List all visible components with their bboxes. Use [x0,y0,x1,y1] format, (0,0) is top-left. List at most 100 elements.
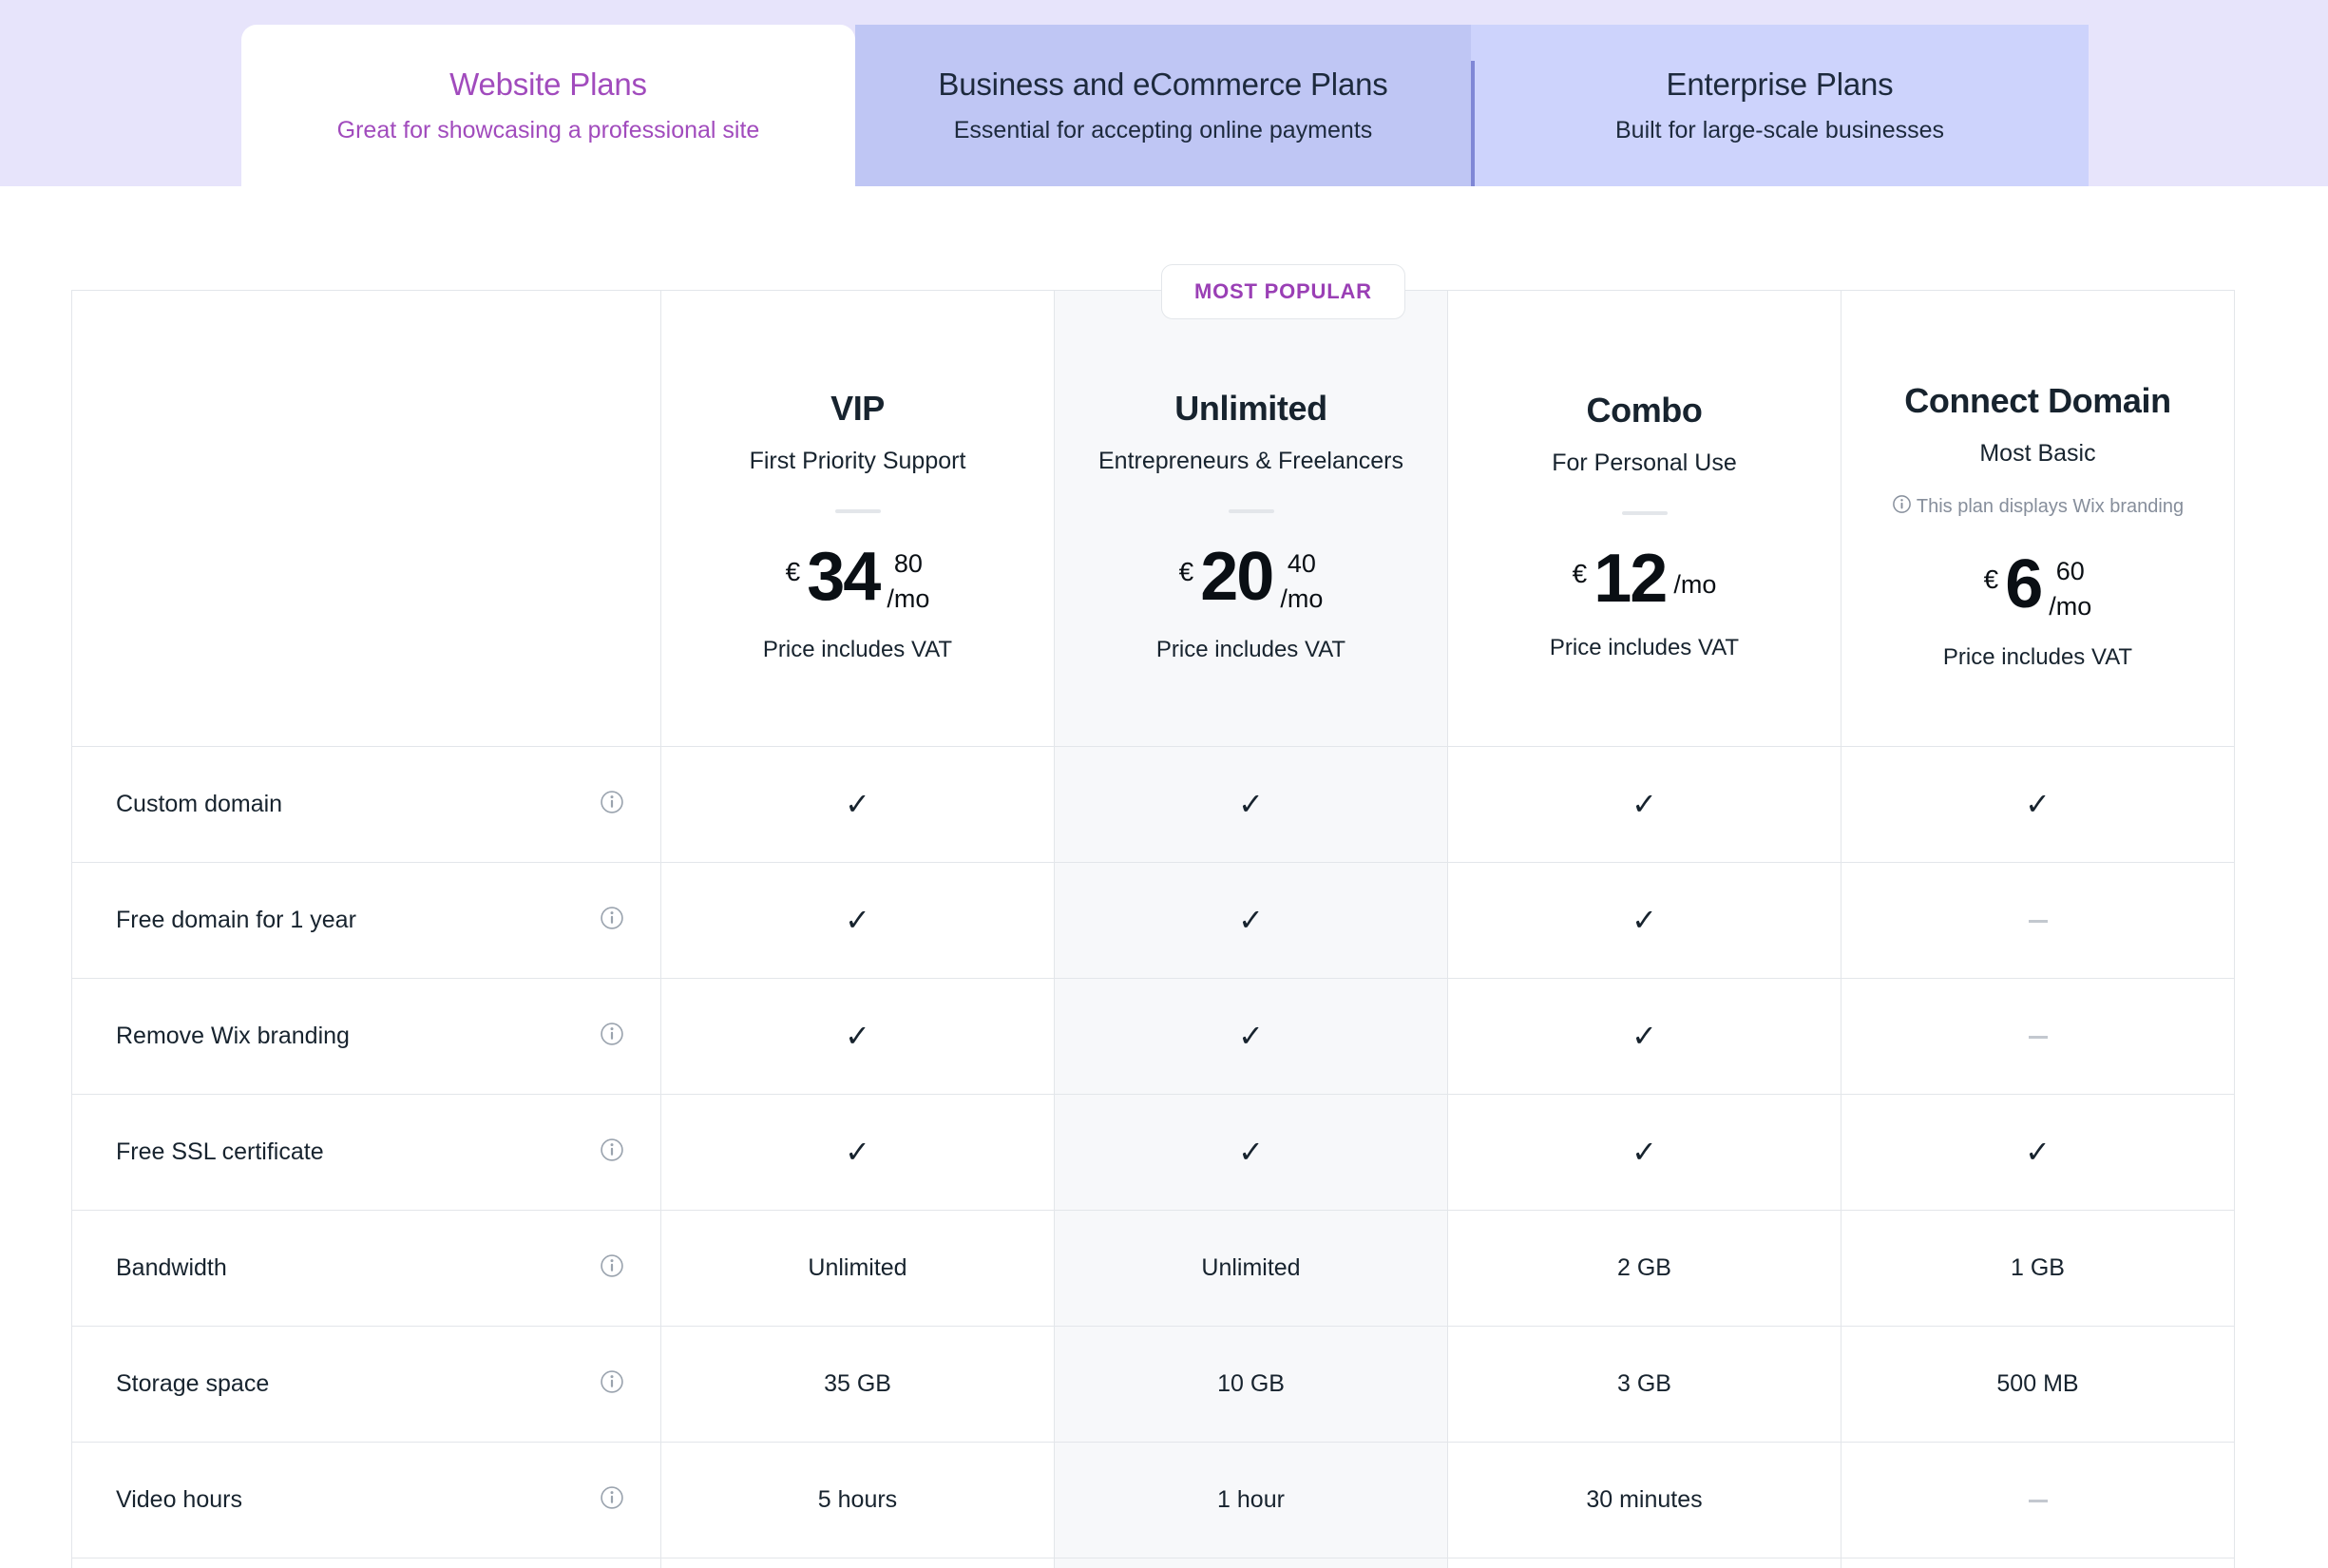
feature-value-cell: 35 GB [660,1326,1055,1443]
table-row: Storage space 35 GB 10 GB 3 GB 500 MB [71,1326,2235,1443]
feature-value-text: 35 GB [824,1370,891,1397]
feature-label-cell: Free domain for 1 year [71,862,661,979]
currency-symbol: € [1572,558,1588,588]
price-period: /mo [2049,591,2092,621]
plan-price-combo: € 12 /mo [1471,540,1818,617]
price-period: /mo [1673,569,1717,599]
tab-list: Website Plans Great for showcasing a pro… [241,25,2089,186]
wix-branding-note: This plan displays Wix branding [1864,494,2211,521]
info-circle-icon[interactable] [600,1369,624,1399]
plan-divider-rule [834,508,881,513]
feature-label: Storage space [116,1369,270,1397]
table-row: Remove Wix branding ✓ ✓ ✓ [71,978,2235,1095]
feature-value-cell: ✓ [660,978,1055,1095]
info-circle-icon[interactable] [600,1022,624,1051]
info-circle-icon [1892,494,1912,521]
pricing-comparison-table: VIP First Priority Support € 34 80 /mo P… [71,290,2235,1568]
feature-value-cell [1841,1442,2235,1558]
check-icon: ✓ [1632,1134,1657,1169]
check-icon: ✓ [2025,1134,2051,1169]
plan-vat-note: Price includes VAT [1549,634,1740,660]
plan-price-vip: € 34 80 /mo [684,543,1031,613]
pricing-table-container: MOST POPULAR VIP First Priority Support … [71,264,2235,1568]
table-row: Free domain for 1 year ✓ ✓ ✓ [71,862,2235,979]
plan-header-combo: Combo For Personal Use € 12 /mo Price in… [1447,290,1841,747]
price-cents: 80 [893,548,923,578]
plan-divider-rule [1228,508,1274,513]
tab-website-plans[interactable]: Website Plans Great for showcasing a pro… [241,25,855,186]
info-circle-icon[interactable] [600,906,624,935]
price-period: /mo [887,583,930,613]
feature-label: Remove Wix branding [116,1022,350,1049]
feature-value-text: 5 hours [817,1486,898,1513]
tab-business-ecommerce-plans[interactable]: Business and eCommerce Plans Essential f… [855,25,1471,186]
feature-label: Custom domain [116,790,283,817]
price-period: /mo [1280,583,1324,613]
feature-value-cell: 1 hour [1054,1442,1448,1558]
tab-enterprise-plans-subtitle: Built for large-scale businesses [1615,116,1944,143]
feature-value-cell: ✓ [1841,746,2235,863]
feature-value-cell: ✓ [660,746,1055,863]
feature-label-cell: Bandwidth [71,1210,661,1327]
feature-value-text: 1 GB [2011,1254,2065,1281]
plan-tagline-connect-domain: Most Basic [1979,439,2096,467]
feature-value-cell: ✓ [1447,1558,1841,1568]
info-circle-icon[interactable] [600,790,624,819]
most-popular-badge: MOST POPULAR [1161,264,1405,319]
price-fraction: 80 /mo [887,548,930,613]
check-icon: ✓ [1238,1018,1264,1053]
feature-value-cell: ✓ [660,1558,1055,1568]
feature-value-cell: 3 GB [1447,1326,1841,1443]
plan-vat-note: Price includes VAT [1155,636,1346,662]
dash-icon [2028,1035,2048,1039]
info-circle-icon[interactable] [600,1138,624,1167]
tab-enterprise-plans[interactable]: Enterprise Plans Built for large-scale b… [1471,25,2089,186]
check-icon: ✓ [1238,902,1264,937]
feature-label-cell: Google Ads budget [71,1558,661,1568]
plan-name-combo: Combo [1586,391,1703,430]
feature-value-cell: Unlimited [1054,1210,1448,1327]
tab-divider [1471,61,1475,186]
feature-value-text: 10 GB [1217,1370,1285,1397]
tab-website-plans-subtitle: Great for showcasing a professional site [336,116,760,143]
feature-value-text: 500 MB [1996,1370,2079,1397]
plan-header-connect-domain: Connect Domain Most Basic This plan disp… [1841,290,2235,747]
feature-value-cell: ✓ [1447,862,1841,979]
table-row: Free SSL certificate ✓ ✓ ✓ ✓ [71,1094,2235,1211]
plan-name-connect-domain: Connect Domain [1904,381,2171,421]
plan-name-vip: VIP [830,389,885,429]
feature-label-cell: Storage space [71,1326,661,1443]
plan-tagline-vip: First Priority Support [749,447,966,474]
feature-value-cell [1841,862,2235,979]
feature-value-text: Unlimited [808,1254,907,1281]
check-icon: ✓ [1238,786,1264,821]
price-amount: 12 [1593,540,1668,617]
feature-value-cell: 500 MB [1841,1326,2235,1443]
feature-value-cell: ✓ [1447,1094,1841,1211]
price-fraction: 40 /mo [1280,550,1324,613]
feature-value-cell: ✓ [1841,1094,2235,1211]
feature-label-cell: Custom domain [71,746,661,863]
feature-value-cell: ✓ [1054,1094,1448,1211]
check-icon: ✓ [1632,786,1657,821]
feature-value-cell: 30 minutes [1447,1442,1841,1558]
feature-value-cell: ✓ [1054,1558,1448,1568]
table-row: Bandwidth Unlimited Unlimited 2 GB 1 GB [71,1210,2235,1327]
tab-website-plans-title: Website Plans [449,66,647,102]
feature-value-cell: ✓ [660,862,1055,979]
feature-value-cell: ✓ [1054,862,1448,979]
feature-value-cell: 1 GB [1841,1210,2235,1327]
feature-value-cell: ✓ [1447,978,1841,1095]
feature-label: Free SSL certificate [116,1138,324,1165]
plan-name-unlimited: Unlimited [1174,389,1327,429]
price-amount: 20 [1200,538,1274,615]
plan-vat-note: Price includes VAT [762,636,953,662]
tab-business-ecommerce-plans-title: Business and eCommerce Plans [938,66,1388,102]
plan-divider-rule [1621,510,1668,515]
table-row: Google Ads budget✓✓✓ [71,1558,2235,1568]
plan-category-tabstrip: Website Plans Great for showcasing a pro… [0,0,2328,186]
feature-value-text: 3 GB [1617,1370,1671,1397]
info-circle-icon[interactable] [600,1253,624,1283]
currency-symbol: € [785,556,801,586]
info-circle-icon[interactable] [600,1485,624,1515]
